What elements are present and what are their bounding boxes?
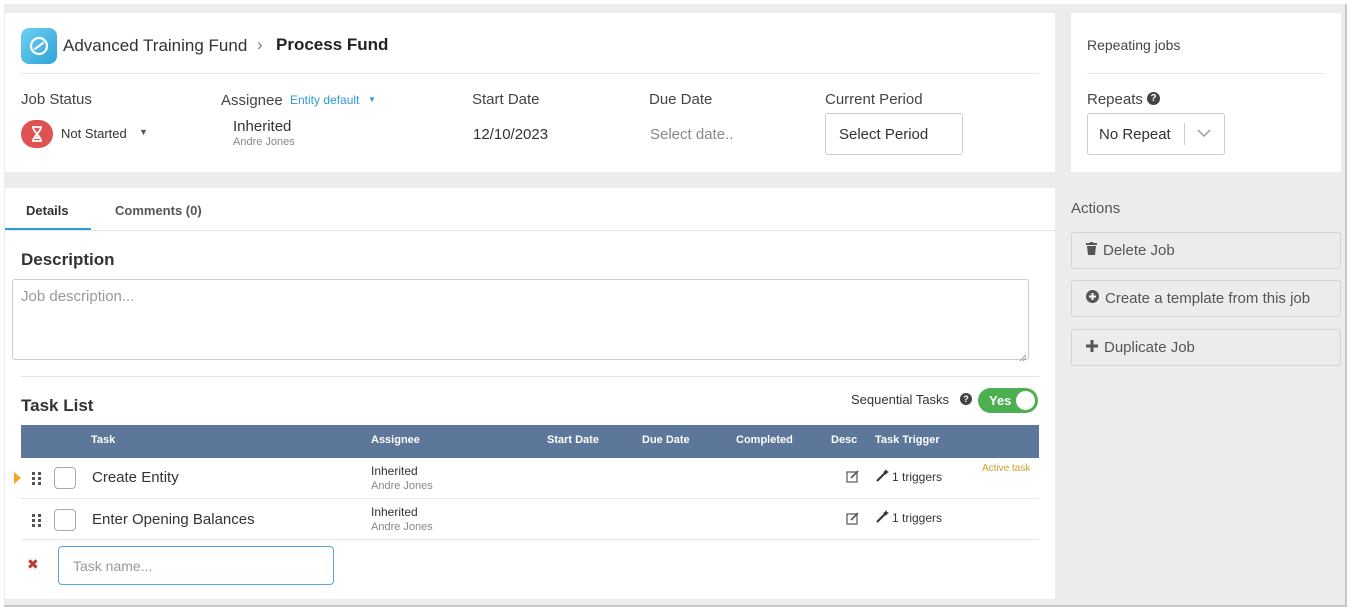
create-template-label: Create a template from this job (1105, 290, 1311, 307)
column-header-task-trigger: Task Trigger (875, 434, 940, 446)
current-period-label: Current Period (825, 91, 923, 108)
task-assignee-sub: Andre Jones (371, 480, 433, 492)
toggle-label: Yes (989, 393, 1012, 408)
task-checkbox[interactable] (54, 467, 76, 489)
task-row[interactable]: Create Entity Inherited Andre Jones 1 tr… (14, 458, 1039, 499)
select-period-button[interactable]: Select Period (825, 113, 963, 155)
active-task-badge: Active task (982, 463, 1031, 474)
task-row[interactable]: Enter Opening Balances Inherited Andre J… (21, 499, 1039, 540)
sequential-tasks-label: Sequential Tasks (851, 392, 950, 407)
page-title: Process Fund (276, 35, 389, 54)
due-date-label: Due Date (649, 91, 713, 108)
help-icon[interactable]: ? (1147, 92, 1160, 105)
magic-wand-icon (876, 469, 889, 487)
hourglass-icon[interactable] (21, 120, 53, 148)
delete-job-label: Delete Job (1103, 242, 1175, 259)
actions-title: Actions (1071, 200, 1121, 217)
task-triggers-link[interactable]: 1 triggers (892, 470, 942, 484)
toggle-knob (1016, 391, 1035, 410)
job-header-card: Advanced Training Fund › Process Fund Jo… (5, 13, 1055, 172)
repeats-select[interactable]: No Repeat (1087, 113, 1225, 155)
due-date-field[interactable]: Select date.. (650, 126, 733, 143)
description-textarea[interactable]: Job description... (12, 279, 1029, 360)
column-header-due-date: Due Date (642, 434, 690, 446)
job-status-select[interactable]: Not Started (61, 126, 127, 141)
assignee-sub: Andre Jones (233, 136, 295, 148)
plus-circle-icon (1086, 290, 1099, 307)
app-logo (21, 28, 57, 64)
chevron-right-icon: › (257, 35, 263, 54)
column-header-completed: Completed (736, 434, 793, 446)
description-title: Description (21, 250, 115, 269)
task-name[interactable]: Enter Opening Balances (92, 511, 255, 528)
plus-icon (1086, 339, 1098, 356)
repeating-jobs-title: Repeating jobs (1087, 37, 1181, 53)
breadcrumb-parent[interactable]: Advanced Training Fund (63, 36, 247, 56)
column-header-start-date: Start Date (547, 434, 599, 446)
repeats-label: Repeats (1087, 91, 1143, 108)
task-table-header: Task Assignee Start Date Due Date Comple… (21, 425, 1039, 458)
sequential-tasks-toggle[interactable]: Yes (978, 388, 1038, 413)
close-icon[interactable]: ✖ (27, 556, 39, 573)
drag-handle-icon[interactable] (32, 472, 42, 486)
tab-details[interactable]: Details (26, 203, 69, 218)
active-arrow-icon (14, 471, 21, 489)
task-checkbox[interactable] (54, 509, 76, 531)
chevron-down-icon[interactable] (1185, 125, 1211, 143)
create-template-button[interactable]: Create a template from this job (1071, 280, 1341, 317)
resize-handle-icon[interactable] (1019, 349, 1027, 367)
task-assignee-sub: Andre Jones (371, 521, 433, 533)
tabs-divider (5, 230, 1055, 231)
delete-job-button[interactable]: Delete Job (1071, 232, 1341, 269)
task-assignee[interactable]: Inherited (371, 505, 418, 519)
magic-wand-icon (876, 510, 889, 528)
caret-down-icon[interactable]: ▼ (139, 127, 148, 137)
edit-desc-icon[interactable] (846, 470, 859, 488)
entity-default-link[interactable]: Entity default (290, 93, 359, 107)
start-date-label: Start Date (472, 91, 540, 108)
assignee-value[interactable]: Inherited (233, 118, 291, 135)
app-frame: Advanced Training Fund › Process Fund Jo… (4, 4, 1347, 607)
start-date-field[interactable]: 12/10/2023 (473, 126, 548, 143)
column-header-task: Task (91, 434, 116, 446)
tab-comments[interactable]: Comments (0) (115, 203, 202, 218)
repeating-jobs-card: Repeating jobs Repeats ? No Repeat (1071, 13, 1341, 172)
assignee-label: Assignee (221, 92, 283, 109)
task-triggers-link[interactable]: 1 triggers (892, 511, 942, 525)
task-assignee[interactable]: Inherited (371, 464, 418, 478)
repeats-value: No Repeat (1099, 125, 1171, 143)
task-list-title: Task List (21, 396, 94, 415)
duplicate-job-label: Duplicate Job (1104, 339, 1195, 356)
divider (21, 376, 1039, 377)
edit-desc-icon[interactable] (846, 512, 859, 530)
drag-handle-icon[interactable] (32, 514, 42, 528)
divider (21, 73, 1039, 74)
divider (1087, 73, 1325, 74)
trash-icon (1086, 242, 1097, 259)
caret-down-icon[interactable]: ▼ (368, 95, 376, 104)
duplicate-job-button[interactable]: Duplicate Job (1071, 329, 1341, 366)
job-status-label: Job Status (21, 91, 92, 108)
help-icon[interactable]: ? (960, 393, 972, 405)
details-card: Details Comments (0) Description Job des… (5, 188, 1055, 599)
task-name[interactable]: Create Entity (92, 469, 179, 486)
column-header-desc: Desc (831, 434, 858, 446)
column-header-assignee: Assignee (371, 434, 420, 446)
new-task-input[interactable]: Task name... (58, 546, 334, 585)
